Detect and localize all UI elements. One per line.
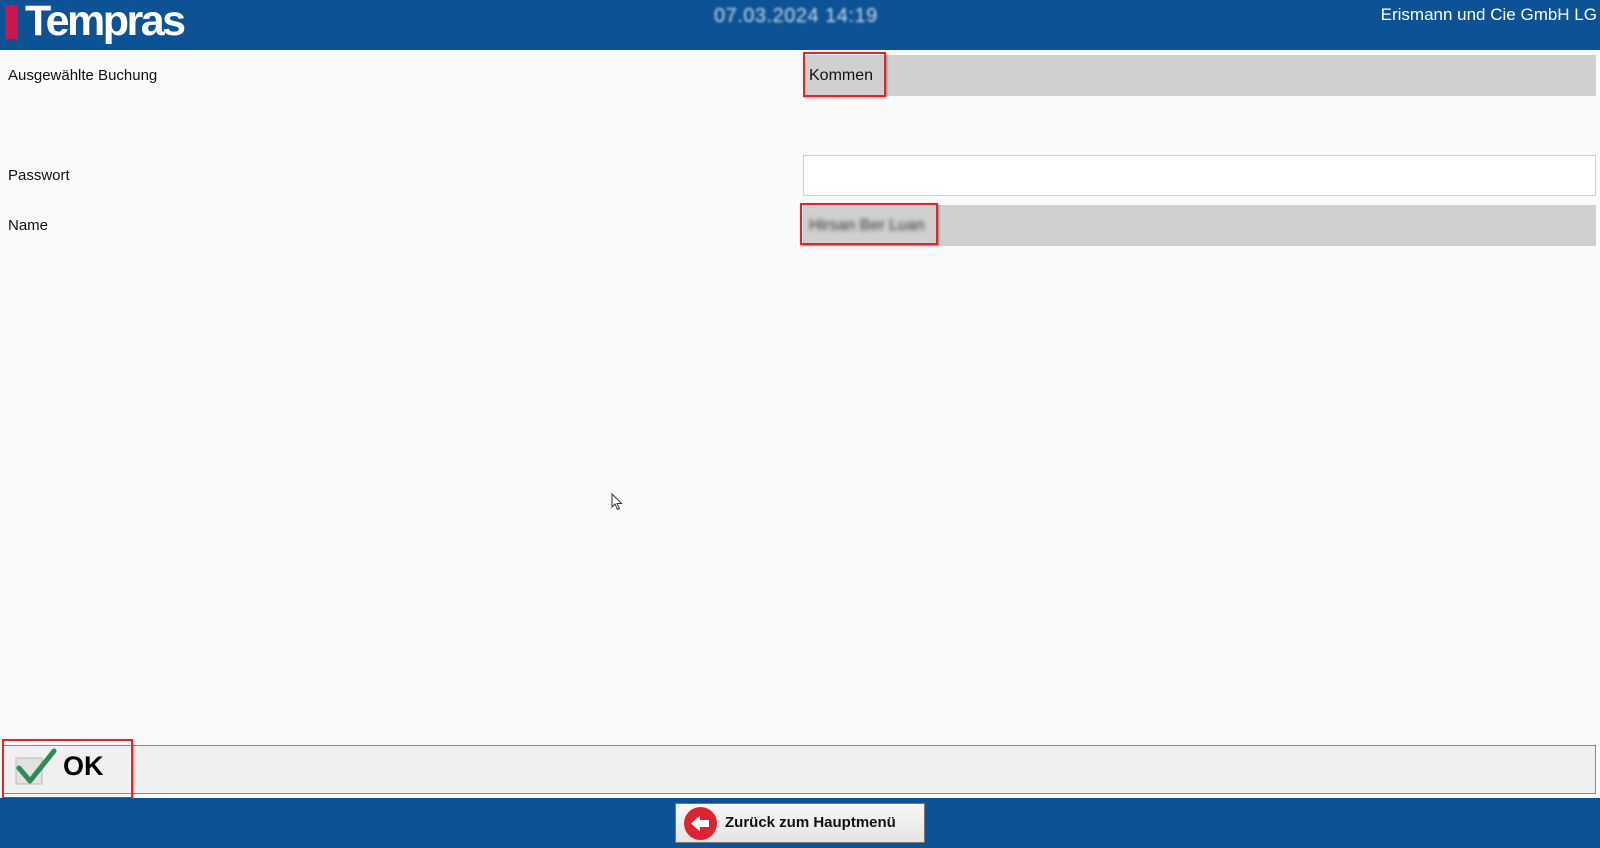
back-to-main-menu-button[interactable]: Zurück zum Hauptmenü [675,803,925,843]
header-bar: Tempras 07.03.2024 14:19 Erismann und Ci… [0,0,1600,50]
booking-value: Kommen [809,67,874,84]
mouse-pointer-icon [611,493,623,511]
name-field: Hirsan Ber Luan [803,205,1596,246]
ok-bar [2,745,1596,794]
logo-accent-bar [5,5,18,39]
back-arrow-icon [684,807,717,840]
password-label: Passwort [8,167,70,184]
name-value: Hirsan Ber Luan [809,217,925,234]
datetime-display: 07.03.2024 14:19 [714,5,878,27]
booking-label: Ausgewählte Buchung [8,67,158,84]
password-input[interactable] [804,156,1595,195]
password-field[interactable] [803,155,1596,196]
company-name: Erismann und Cie GmbH LG [1380,5,1597,24]
booking-field: Kommen [803,55,1596,96]
check-icon [15,748,57,785]
ok-button[interactable]: OK [2,739,133,799]
ok-label: OK [63,751,104,781]
back-label: Zurück zum Hauptmenü [725,814,896,831]
logo-text: Tempras [25,0,186,45]
name-label: Name [8,217,49,234]
